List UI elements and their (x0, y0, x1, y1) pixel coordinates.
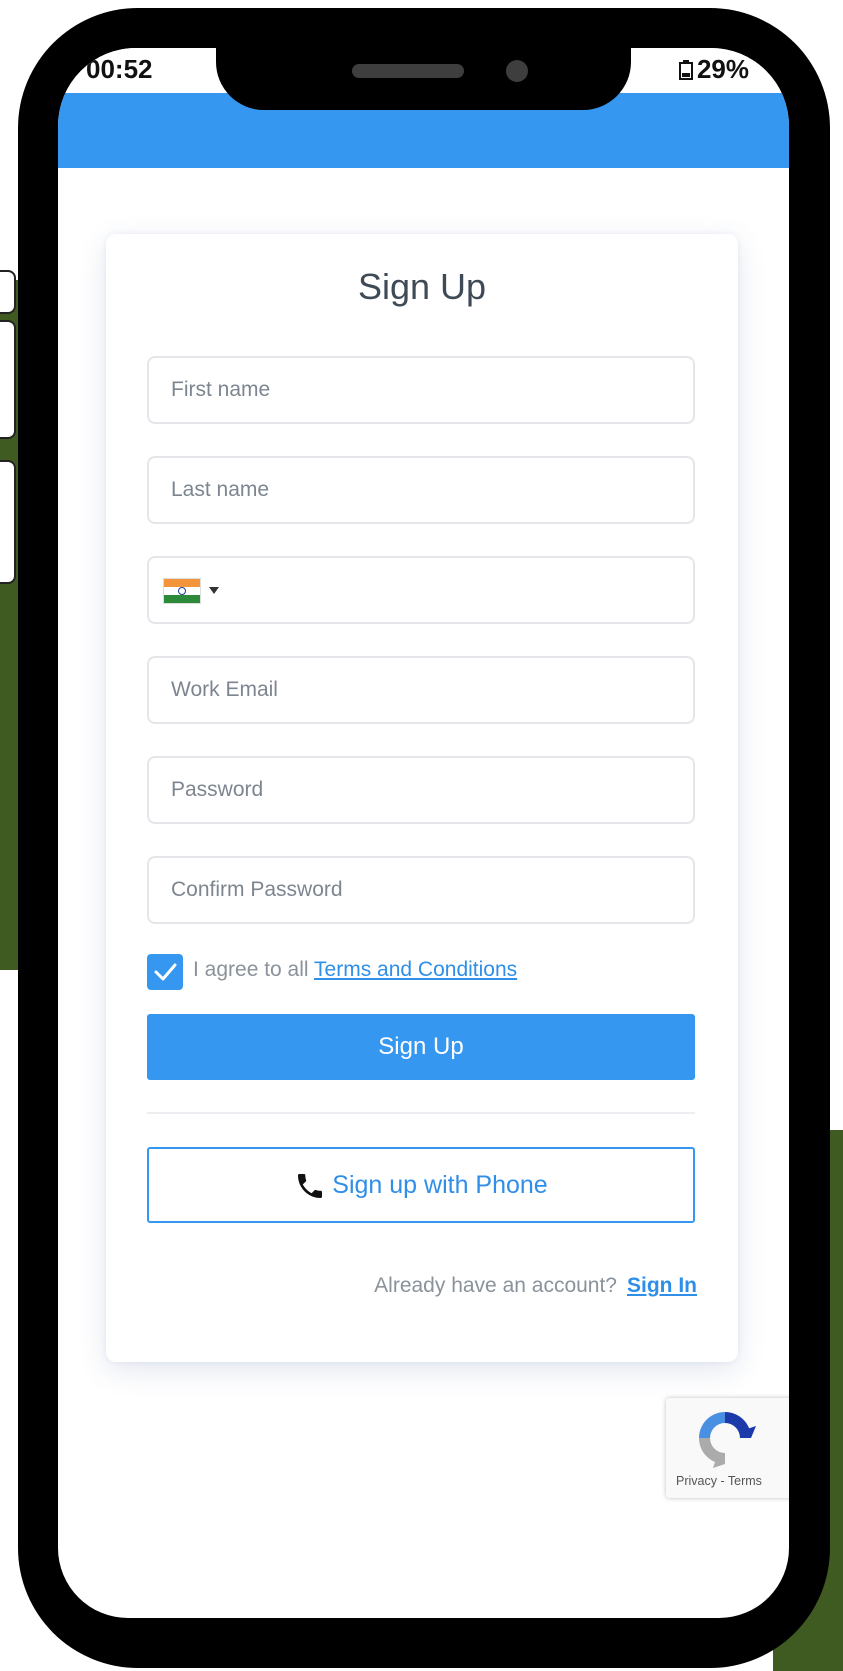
background-tab (0, 320, 16, 439)
checkmark-icon (154, 963, 177, 981)
first-name-field[interactable]: First name (147, 356, 695, 424)
signin-prompt: Already have an account? (374, 1274, 617, 1297)
divider (147, 1112, 695, 1114)
recaptcha-links: Privacy - Terms (676, 1474, 762, 1488)
sign-up-with-phone-label: Sign up with Phone (332, 1171, 548, 1199)
phone-frame: 00:52 29% Sign Up First name Last name W… (18, 8, 830, 1668)
terms-text: I agree to all Terms and Conditions (193, 958, 517, 982)
india-flag-icon[interactable] (163, 578, 201, 604)
home-indicator[interactable] (326, 1556, 504, 1562)
phone-notch (216, 8, 631, 110)
sign-in-link[interactable]: Sign In (627, 1274, 697, 1297)
recaptcha-terms-link[interactable]: Terms (728, 1474, 762, 1488)
confirm-password-field[interactable]: Confirm Password (147, 856, 695, 924)
first-name-placeholder: First name (171, 378, 271, 401)
status-time: 00:52 (86, 54, 153, 84)
speaker-grille (352, 64, 464, 78)
recaptcha-privacy-link[interactable]: Privacy (676, 1474, 717, 1488)
sign-up-button[interactable]: Sign Up (147, 1014, 695, 1080)
signup-card: Sign Up First name Last name Work Email (106, 234, 738, 1362)
last-name-field[interactable]: Last name (147, 456, 695, 524)
recaptcha-separator: - (720, 1474, 725, 1488)
recaptcha-logo-icon (699, 1412, 756, 1468)
battery-percent: 29% (696, 54, 749, 84)
battery-icon (678, 60, 693, 80)
sign-up-with-phone-button[interactable]: Sign up with Phone (147, 1147, 695, 1223)
work-email-placeholder: Work Email (171, 678, 278, 701)
terms-checkbox[interactable] (147, 954, 183, 990)
last-name-placeholder: Last name (171, 478, 270, 501)
confirm-password-placeholder: Confirm Password (171, 878, 343, 901)
terms-prefix: I agree to all (193, 958, 309, 981)
password-field[interactable]: Password (147, 756, 695, 824)
terms-agreement-row: I agree to all Terms and Conditions (147, 952, 707, 992)
terms-link[interactable]: Terms and Conditions (314, 958, 517, 981)
background-tab (0, 460, 16, 584)
phone-screen: 00:52 29% Sign Up First name Last name W… (58, 48, 789, 1618)
country-dropdown-caret-icon[interactable] (209, 587, 219, 594)
phone-number-field[interactable] (147, 556, 695, 624)
work-email-field[interactable]: Work Email (147, 656, 695, 724)
signin-row: Already have an account? Sign In (374, 1274, 697, 1298)
phone-icon (298, 1174, 323, 1199)
background-tab (0, 270, 16, 314)
front-camera (506, 60, 528, 82)
recaptcha-badge[interactable]: Privacy - Terms (666, 1398, 789, 1498)
password-placeholder: Password (171, 778, 264, 801)
page-title: Sign Up (357, 266, 487, 307)
battery-indicator: 29% (678, 54, 749, 85)
